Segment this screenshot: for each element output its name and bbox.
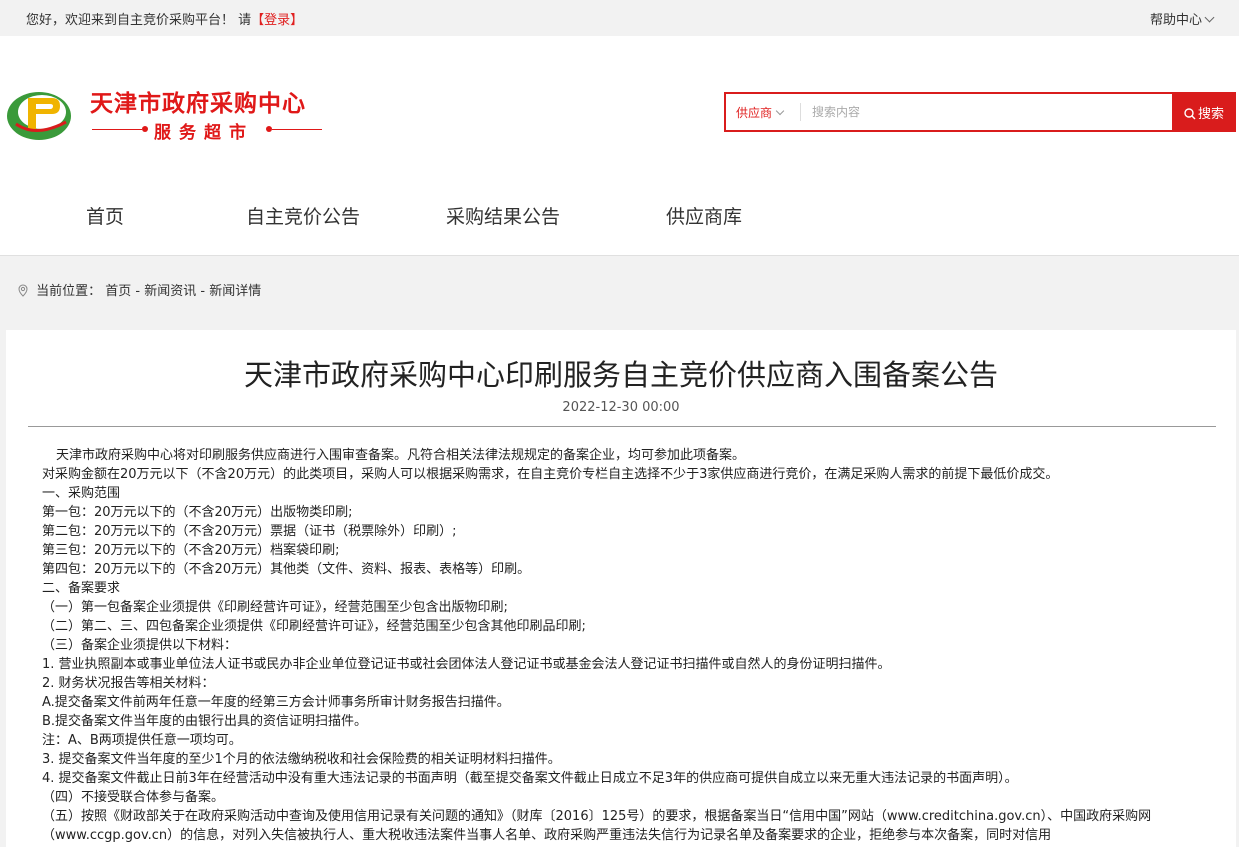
top-bar: 您好，欢迎来到自主竞价采购平台！ 请【登录】 帮助中心 xyxy=(0,0,1239,36)
article: 天津市政府采购中心印刷服务自主竞价供应商入围备案公告 2022-12-30 00… xyxy=(6,330,1236,847)
article-date: 2022-12-30 00:00 xyxy=(562,400,680,415)
article-paragraph: 4. 提交备案文件截止日前3年在经营活动中没有重大违法记录的书面声明（截至提交备… xyxy=(42,771,1018,786)
article-paragraph: （三）备案企业须提供以下材料： xyxy=(42,638,238,653)
article-paragraph: 第四包：20万元以下的（不含20万元）其他类（文件、资料、报表、表格等）印刷。 xyxy=(42,562,531,577)
site-header: 天津市政府采购中心 服务超市 供应商 搜索 首页 自主竞价公告 采购结果公告 供… xyxy=(0,36,1239,256)
article-paragraph: 天津市政府采购中心将对印刷服务供应商进行入围审查备案。凡符合相关法律法规规定的备… xyxy=(56,448,746,463)
article-paragraph: 第二包：20万元以下的（不含20万元）票据（证书（税票除外）印刷）; xyxy=(42,524,457,539)
article-title: 天津市政府采购中心印刷服务自主竞价供应商入围备案公告 xyxy=(243,358,998,392)
article-paragraph: 第三包：20万元以下的（不含20万元）档案袋印刷; xyxy=(42,543,340,558)
breadcrumb: 当前位置： 首页 - 新闻资讯 - 新闻详情 xyxy=(18,280,261,299)
help-center-menu[interactable]: 帮助中心 xyxy=(1149,9,1215,28)
search-icon xyxy=(1184,107,1196,119)
chevron-down-icon xyxy=(775,106,785,116)
divider xyxy=(800,103,801,121)
article-paragraph: 一、采购范围 xyxy=(42,486,121,501)
nav-item-bidding-notices[interactable]: 自主竞价公告 xyxy=(246,202,360,229)
article-paragraph: （一）第一包备案企业须提供《印刷经营许可证》，经营范围至少包含出版物印刷; xyxy=(42,600,508,615)
help-center-label: 帮助中心 xyxy=(1149,13,1202,28)
login-link[interactable]: 【登录】 xyxy=(251,13,303,28)
article-paragraph: （五）按照《财政部关于在政府采购活动中查询及使用信用记录有关问题的通知》（财库〔… xyxy=(42,809,1152,843)
search-bar: 供应商 搜索 xyxy=(724,92,1236,132)
article-paragraph: 对采购金额在20万元以下（不含20万元）的此类项目，采购人可以根据采购需求，在自… xyxy=(42,467,1059,482)
article-paragraph: 1. 营业执照副本或事业单位法人证书或民办非企业单位登记证书或社会团体法人登记证… xyxy=(42,657,891,672)
article-paragraph: 注：A、B两项提供任意一项均可。 xyxy=(42,733,242,748)
site-subtitle: 服务超市 xyxy=(92,118,322,143)
search-scope-select[interactable]: 供应商 xyxy=(736,104,785,121)
site-title: 天津市政府采购中心 xyxy=(90,90,306,117)
article-paragraph: B.提交备案文件当年度的由银行出具的资信证明扫描件。 xyxy=(42,714,368,729)
search-input[interactable] xyxy=(812,100,1162,124)
divider xyxy=(92,129,142,130)
article-paragraph: 第一包：20万元以下的（不含20万元）出版物类印刷; xyxy=(42,505,353,520)
welcome-message: 您好，欢迎来到自主竞价采购平台！ 请【登录】 xyxy=(26,9,303,28)
divider xyxy=(272,129,322,130)
search-button[interactable]: 搜索 xyxy=(1172,92,1236,132)
welcome-text: 您好，欢迎来到自主竞价采购平台！ 请 xyxy=(26,13,252,28)
nav-item-home[interactable]: 首页 xyxy=(86,202,124,229)
divider xyxy=(28,426,1216,427)
dot-icon xyxy=(142,126,148,132)
search-scope-label: 供应商 xyxy=(736,106,773,120)
location-pin-icon xyxy=(18,284,28,297)
site-subtitle-text: 服务超市 xyxy=(154,123,254,143)
article-paragraph: （四）不接受联合体参与备案。 xyxy=(42,790,225,805)
logo-icon[interactable] xyxy=(6,86,72,142)
breadcrumb-path[interactable]: 首页 - 新闻资讯 - 新闻详情 xyxy=(105,284,261,299)
article-paragraph: （二）第二、三、四包备案企业须提供《印刷经营许可证》，经营范围至少包含其他印刷品… xyxy=(42,619,586,634)
article-paragraph: 3. 提交备案文件当年度的至少1个月的依法缴纳税收和社会保险费的相关证明材料扫描… xyxy=(42,752,561,767)
nav-item-supplier-library[interactable]: 供应商库 xyxy=(666,202,742,229)
chevron-down-icon xyxy=(1204,12,1215,23)
main-nav: 首页 自主竞价公告 采购结果公告 供应商库 xyxy=(0,196,1239,232)
article-paragraph: 二、备案要求 xyxy=(42,581,121,596)
article-paragraph: A.提交备案文件前两年任意一年度的经第三方会计师事务所审计财务报告扫描件。 xyxy=(42,695,510,710)
search-button-label: 搜索 xyxy=(1197,106,1224,122)
article-body: 天津市政府采购中心将对印刷服务供应商进行入围审查备案。凡符合相关法律法规规定的备… xyxy=(42,446,1216,845)
article-paragraph: 2. 财务状况报告等相关材料： xyxy=(42,676,215,691)
nav-item-procurement-results[interactable]: 采购结果公告 xyxy=(446,202,560,229)
breadcrumb-label: 当前位置： xyxy=(36,284,102,299)
